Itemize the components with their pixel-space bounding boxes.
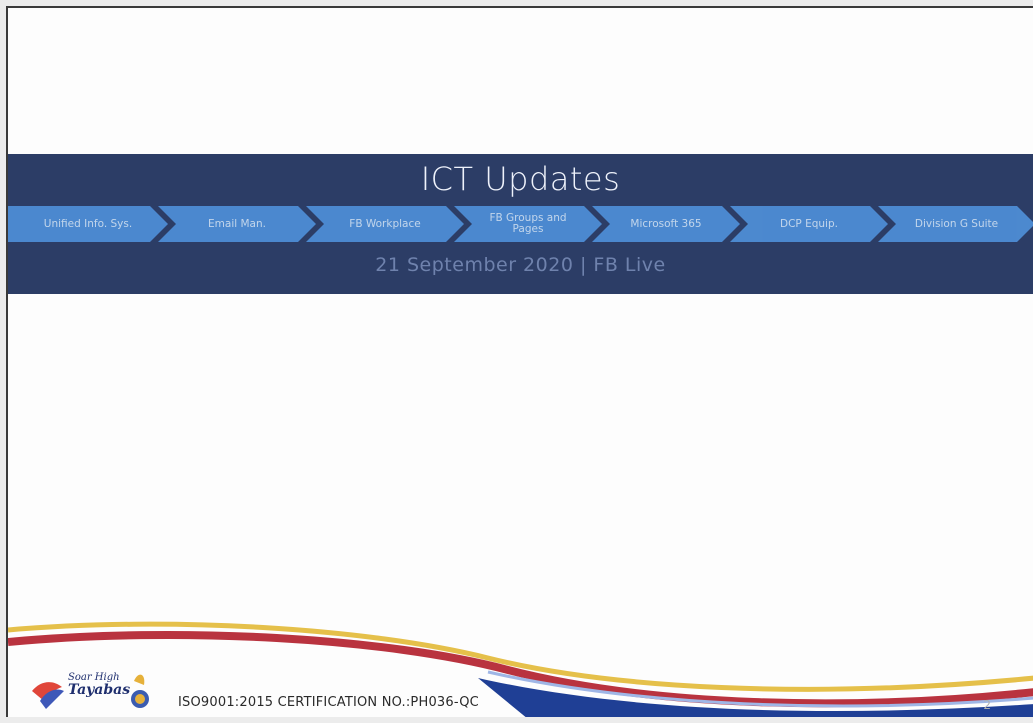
process-steps: Unified Info. Sys. Email Man. FB Workpla… <box>8 206 1033 242</box>
footer-swoosh <box>8 621 1033 717</box>
step-fb-workplace: FB Workplace <box>306 206 464 242</box>
step-dcp-equip: DCP Equip. <box>730 206 888 242</box>
certification-text: ISO9001:2015 CERTIFICATION NO.:PH036-QC <box>178 695 479 710</box>
step-email-man: Email Man. <box>158 206 316 242</box>
step-division-g-suite: Division G Suite <box>878 206 1033 242</box>
slide-title: ICT Updates <box>420 160 621 198</box>
slide-subtitle: 21 September 2020 | FB Live <box>375 254 666 276</box>
logo-lettering: Soar High Tayabas <box>68 672 131 698</box>
page-number: 2 <box>983 698 991 712</box>
presentation-slide: ICT Updates Unified Info. Sys. Email Man… <box>6 6 1033 717</box>
step-unified-info-sys: Unified Info. Sys. <box>8 206 168 242</box>
step-fb-groups-pages: FB Groups and Pages <box>454 206 602 242</box>
step-microsoft-365: Microsoft 365 <box>592 206 740 242</box>
